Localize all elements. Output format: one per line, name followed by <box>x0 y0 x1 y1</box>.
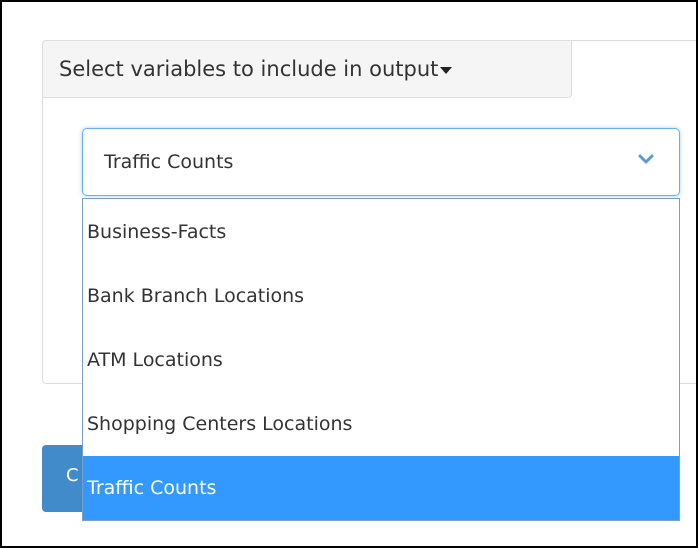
option-traffic-counts[interactable]: Traffic Counts <box>83 456 679 520</box>
select-variables-label: Select variables to include in output <box>59 57 439 81</box>
variables-select[interactable]: Traffic Counts <box>82 128 680 196</box>
option-business-facts[interactable]: Business-Facts <box>83 200 679 264</box>
caret-down-icon <box>440 67 453 74</box>
option-shopping-centers-locations[interactable]: Shopping Centers Locations <box>83 392 679 456</box>
option-bank-branch-locations[interactable]: Bank Branch Locations <box>83 264 679 328</box>
select-variables-toggle[interactable]: Select variables to include in output <box>42 40 572 98</box>
primary-button-label: C <box>66 465 79 486</box>
variables-dropdown-list: Business-Facts Bank Branch Locations ATM… <box>82 198 680 521</box>
chevron-down-icon <box>638 154 654 164</box>
option-atm-locations[interactable]: ATM Locations <box>83 328 679 392</box>
screenshot-frame: Select variables to include in output C … <box>0 0 698 548</box>
select-value: Traffic Counts <box>104 151 234 173</box>
